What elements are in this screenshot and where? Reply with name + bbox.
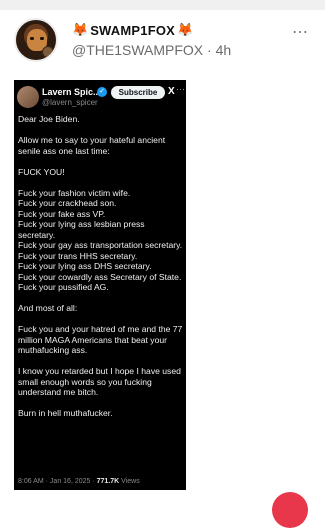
screenshot-name: Lavern Spic... — [42, 87, 101, 97]
compose-button[interactable] — [272, 492, 308, 528]
display-name[interactable]: SWAMP1FOX — [90, 23, 175, 38]
footer-time: 8:06 AM — [18, 478, 44, 485]
paragraph: I know you retarded but I hope I have us… — [18, 366, 181, 397]
screenshot-handle: @lavern_spicer — [42, 98, 98, 107]
verified-icon: ✓ — [97, 87, 107, 97]
avatar-eye-left — [30, 37, 34, 40]
screenshot-footer: 8:06 AM · Jan 16, 2025 · 771.7K Views — [18, 478, 140, 485]
screenshot-body: Dear Joe Biden. Allow me to say to your … — [18, 114, 184, 429]
paragraph: FUCK YOU! — [18, 166, 65, 177]
paragraph: And most of all: — [18, 303, 78, 313]
footer-date: Jan 16, 2025 — [49, 478, 91, 485]
paragraph: Allow me to say to your hateful ancient … — [18, 135, 166, 156]
screenshot-more-icon: ··· — [176, 84, 185, 94]
fox-icon: 🦊 — [72, 22, 89, 37]
footer-views-label: Views — [121, 478, 140, 485]
paragraph: Fuck you and your hatred of me and the 7… — [18, 324, 183, 355]
avatar-badge — [42, 46, 54, 58]
fox-icon: 🦊 — [177, 22, 194, 37]
more-options-icon[interactable]: ⋯ — [292, 22, 309, 42]
post-time[interactable]: 4h — [216, 42, 232, 58]
handle-row: @THE1SWAMPFOX · 4h — [72, 42, 231, 58]
x-logo-icon: X — [168, 86, 175, 97]
embedded-screenshot[interactable]: Lavern Spic... ✓ @lavern_spicer Subscrib… — [14, 80, 186, 490]
paragraph: Dear Joe Biden. — [18, 114, 80, 124]
footer-views-count: 771.7K — [96, 478, 120, 485]
screenshot-avatar — [17, 86, 39, 108]
avatar-eye-right — [40, 37, 44, 40]
screenshot-header: Lavern Spic... ✓ @lavern_spicer Subscrib… — [17, 84, 185, 112]
author-name-row[interactable]: 🦊 SWAMP1FOX 🦊 — [72, 22, 193, 38]
top-strip — [0, 0, 325, 10]
author-handle[interactable]: @THE1SWAMPFOX — [72, 42, 203, 58]
avatar[interactable] — [14, 18, 58, 62]
paragraph: Fuck your fashion victim wife. Fuck your… — [18, 187, 183, 293]
paragraph: Burn in hell muthafucker. — [18, 408, 113, 418]
subscribe-button: Subscribe — [111, 86, 165, 99]
separator: · — [207, 42, 212, 58]
